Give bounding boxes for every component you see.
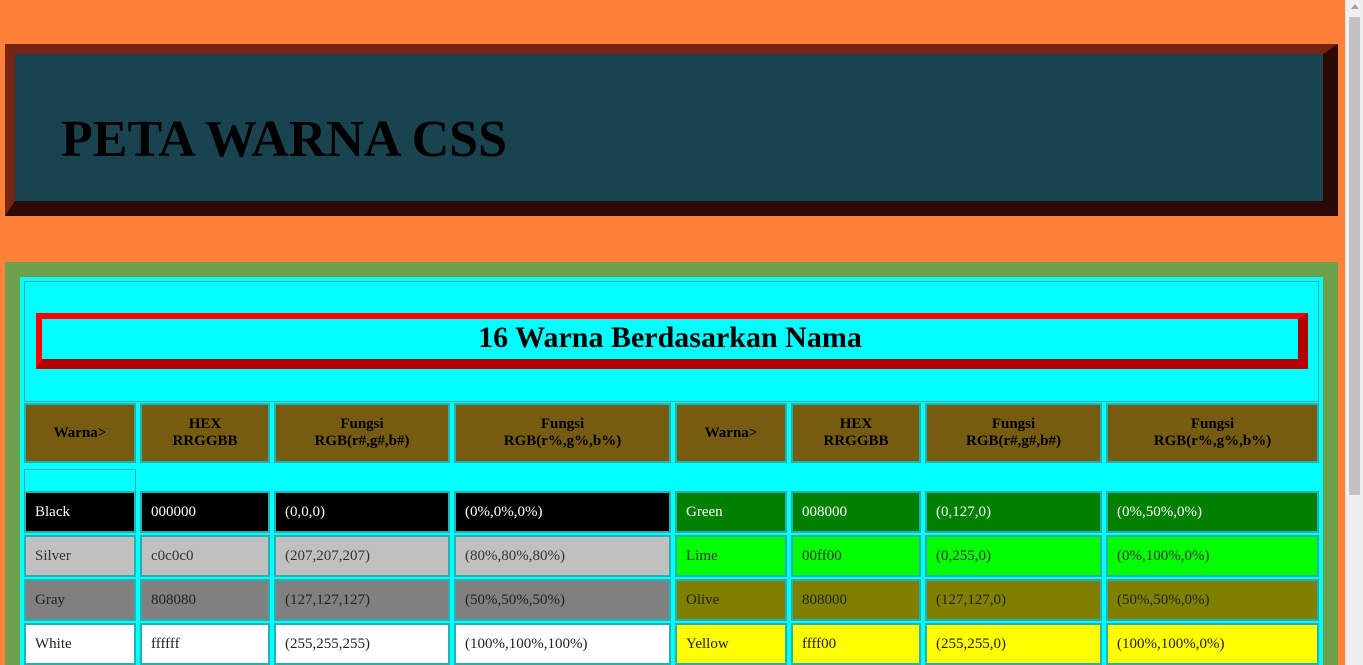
table-header-line: RGB(r%,g%,b%): [503, 433, 622, 449]
color-cell-hex: 00ff00: [791, 535, 921, 577]
color-cell-rgb-int: (127,127,127): [274, 579, 450, 621]
color-table: 16 Warna Berdasarkan Nama Warna> HEX RRGGB…: [20, 277, 1323, 665]
color-cell-rgb-int: (255,255,0): [925, 623, 1102, 665]
table-spacer-cell: [24, 469, 136, 492]
color-cell-name: Olive: [675, 579, 787, 621]
table-header-line: RGB(r%,g%,b%): [1153, 433, 1272, 449]
color-cell-name: Silver: [24, 535, 136, 577]
table-header-line: RGB(r#,g#,b#): [314, 433, 410, 449]
color-cell-hex: 808080: [140, 579, 270, 621]
table-header-7: Fungsi RGB(r#,g#,b#): [925, 403, 1102, 463]
color-cell-rgb-pct: (0%,50%,0%): [1106, 491, 1319, 533]
color-cell-hex: ffffff: [140, 623, 270, 665]
color-cell-rgb-pct: (0%,100%,0%): [1106, 535, 1319, 577]
table-header-line: Warna>: [53, 424, 107, 441]
page-title: PETA WARNA CSS: [61, 111, 507, 168]
color-cell-name: Black: [24, 491, 136, 533]
table-header-line: Fungsi: [340, 416, 384, 432]
table-caption-cell: 16 Warna Berdasarkan Nama: [24, 281, 1319, 402]
table-header-3: Fungsi RGB(r#,g#,b#): [274, 403, 450, 463]
table-header-line: Fungsi: [991, 416, 1036, 432]
table-header-4: Fungsi RGB(r%,g%,b%): [454, 403, 671, 463]
table-header-line: RGB(r#,g#,b#): [966, 433, 1061, 449]
table-header-line: HEX: [839, 416, 873, 432]
content-frame: 16 Warna Berdasarkan Nama Warna> HEX RRGGB…: [5, 262, 1338, 665]
table-header-line: Fungsi: [1190, 416, 1235, 432]
color-cell-rgb-pct: (100%,100%,100%): [454, 623, 671, 665]
scroll-up-arrow-icon[interactable]: [1351, 4, 1359, 9]
scrollbar-thumb[interactable]: [1349, 17, 1360, 495]
table-header-6: HEX RRGGBB: [791, 403, 921, 463]
color-cell-rgb-int: (0,127,0): [925, 491, 1102, 533]
color-cell-hex: 000000: [140, 491, 270, 533]
color-cell-rgb-pct: (80%,80%,80%): [454, 535, 671, 577]
color-cell-name: Lime: [675, 535, 787, 577]
color-cell-name: Green: [675, 491, 787, 533]
color-cell-rgb-pct: (100%,100%,0%): [1106, 623, 1319, 665]
vertical-scrollbar[interactable]: [1345, 0, 1363, 665]
color-cell-hex: 808000: [791, 579, 921, 621]
color-cell-name: White: [24, 623, 136, 665]
table-header-2: HEX RRGGBB: [140, 403, 270, 463]
color-cell-rgb-int: (0,255,0): [925, 535, 1102, 577]
color-cell-name: Yellow: [675, 623, 787, 665]
section-title-box: 16 Warna Berdasarkan Nama: [36, 313, 1308, 369]
page-header: PETA WARNA CSS: [5, 44, 1338, 216]
table-header-line: HEX: [188, 416, 222, 432]
color-cell-rgb-pct: (0%,0%,0%): [454, 491, 671, 533]
table-header-line: Warna>: [704, 424, 758, 441]
table-header-line: RRGGBB: [172, 433, 238, 449]
section-title: 16 Warna Berdasarkan Nama: [478, 321, 862, 354]
color-cell-rgb-int: (255,255,255): [274, 623, 450, 665]
color-cell-rgb-int: (127,127,0): [925, 579, 1102, 621]
color-cell-rgb-int: (207,207,207): [274, 535, 450, 577]
color-cell-hex: 008000: [791, 491, 921, 533]
table-header-line: Fungsi: [540, 416, 585, 432]
page: PETA WARNA CSS 16 Warna Berdasarkan Nama…: [0, 0, 1345, 665]
color-cell-rgb-pct: (50%,50%,50%): [454, 579, 671, 621]
color-cell-hex: ffff00: [791, 623, 921, 665]
color-cell-rgb-int: (0,0,0): [274, 491, 450, 533]
color-cell-name: Gray: [24, 579, 136, 621]
table-header-8: Fungsi RGB(r%,g%,b%): [1106, 403, 1319, 463]
table-header-1: Warna>: [24, 403, 136, 463]
table-header-5: Warna>: [675, 403, 787, 463]
color-cell-hex: c0c0c0: [140, 535, 270, 577]
table-header-line: RRGGBB: [823, 433, 889, 449]
color-cell-rgb-pct: (50%,50%,0%): [1106, 579, 1319, 621]
